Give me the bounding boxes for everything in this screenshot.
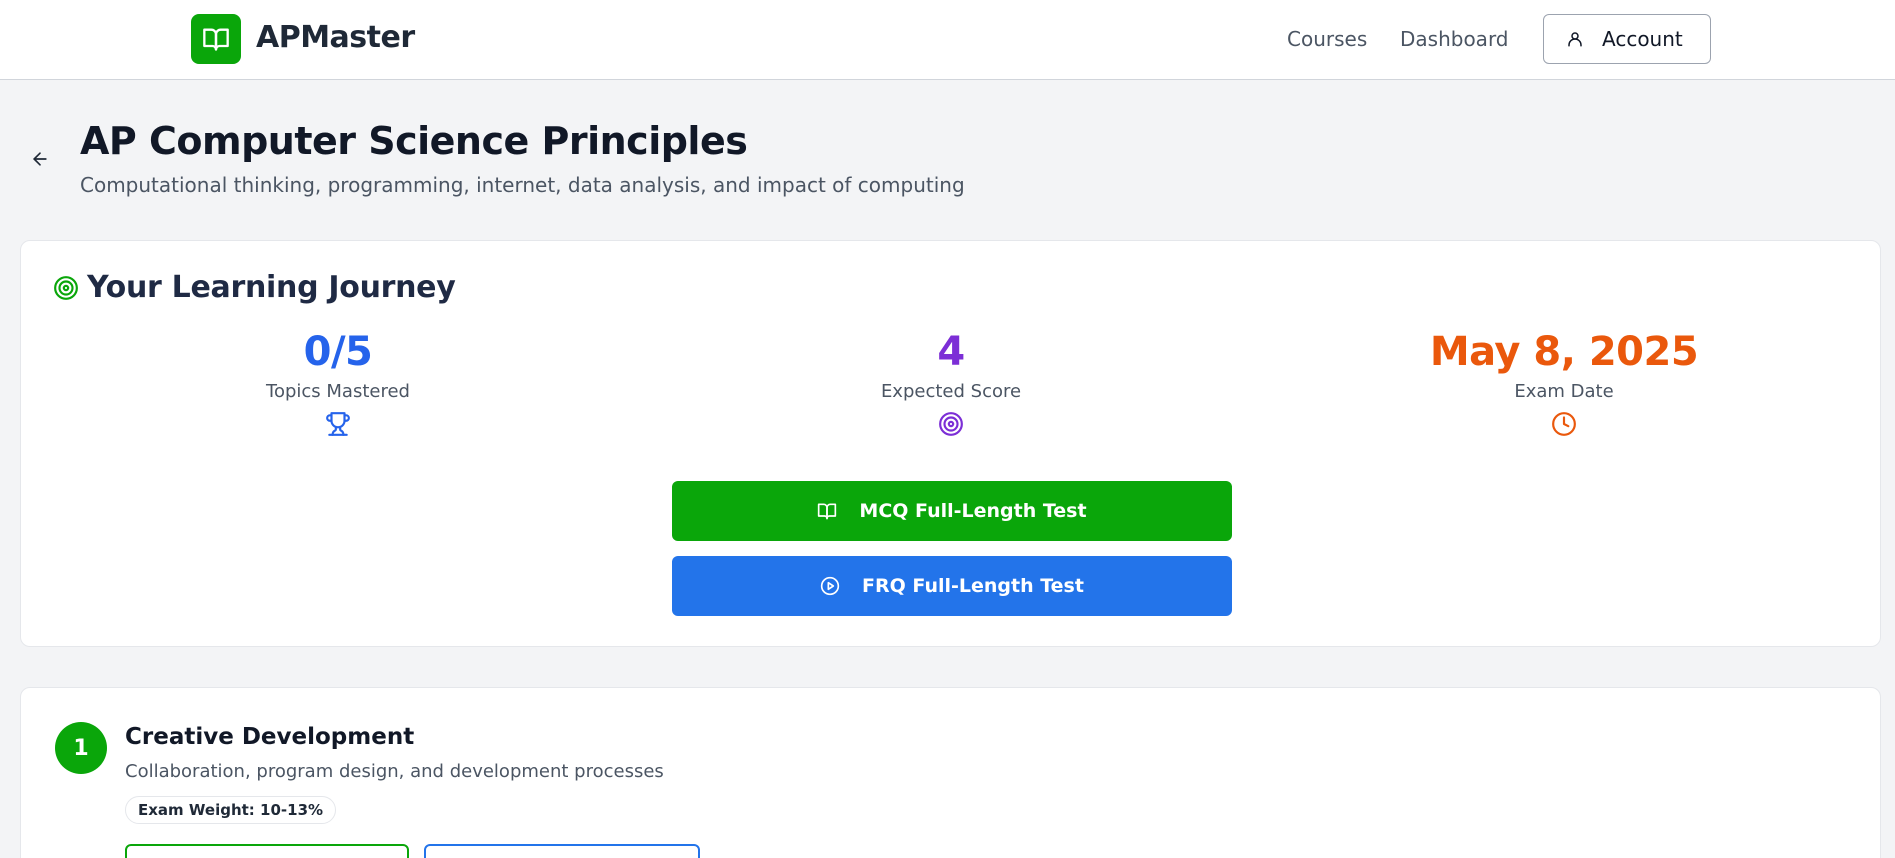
account-button[interactable]: Account (1543, 14, 1711, 64)
stat-label: Expected Score (880, 381, 1022, 402)
unit-number-badge: 1 (55, 722, 107, 774)
account-label: Account (1602, 27, 1683, 51)
book-open-icon (818, 503, 837, 520)
stat-exam-date: May 8, 2025 Exam Date (1364, 327, 1764, 437)
stat-expected-score: 4 Expected Score (751, 327, 1151, 437)
exam-weight-badge: Exam Weight: 10-13% (125, 796, 337, 824)
user-icon (1568, 32, 1582, 47)
stat-value: May 8, 2025 (1429, 329, 1699, 375)
nav-courses-link[interactable]: Courses (1287, 26, 1367, 52)
trophy-icon (326, 412, 350, 436)
page-subtitle: Computational thinking, programming, int… (80, 173, 965, 197)
unit-description: Collaboration, program design, and devel… (125, 761, 664, 782)
stat-topics-mastered: 0/5 Topics Mastered (138, 327, 538, 437)
target-icon (939, 412, 963, 436)
clock-icon (1552, 412, 1576, 436)
stat-value: 4 (937, 329, 965, 375)
journey-title: Your Learning Journey (87, 270, 456, 305)
nav-dashboard-link[interactable]: Dashboard (1400, 26, 1509, 52)
target-icon (54, 276, 78, 300)
stat-value: 0/5 (303, 329, 373, 375)
frq-full-length-test-button[interactable]: FRQ Full-Length Test (672, 556, 1232, 616)
mcq-button-label: MCQ Full-Length Test (859, 500, 1087, 522)
mcq-full-length-test-button[interactable]: MCQ Full-Length Test (672, 481, 1232, 541)
play-circle-icon (820, 576, 840, 596)
learning-journey-card: Your Learning Journey 0/5 Topics Mastere… (20, 240, 1881, 647)
frq-button-label: FRQ Full-Length Test (862, 575, 1084, 597)
logo[interactable] (191, 14, 241, 64)
unit-action-button[interactable] (424, 844, 700, 858)
brand-name[interactable]: APMaster (256, 18, 415, 58)
page-title: AP Computer Science Principles (80, 119, 748, 163)
book-open-icon (203, 28, 229, 51)
stat-label: Exam Date (1514, 381, 1614, 402)
top-navbar: APMaster Courses Dashboard Account (0, 0, 1895, 80)
back-arrow-icon[interactable] (30, 149, 50, 169)
unit-title[interactable]: Creative Development (125, 722, 414, 752)
stat-label: Topics Mastered (266, 381, 410, 402)
unit-action-button[interactable] (125, 844, 409, 858)
unit-card: 1 Creative Development Collaboration, pr… (20, 687, 1881, 858)
